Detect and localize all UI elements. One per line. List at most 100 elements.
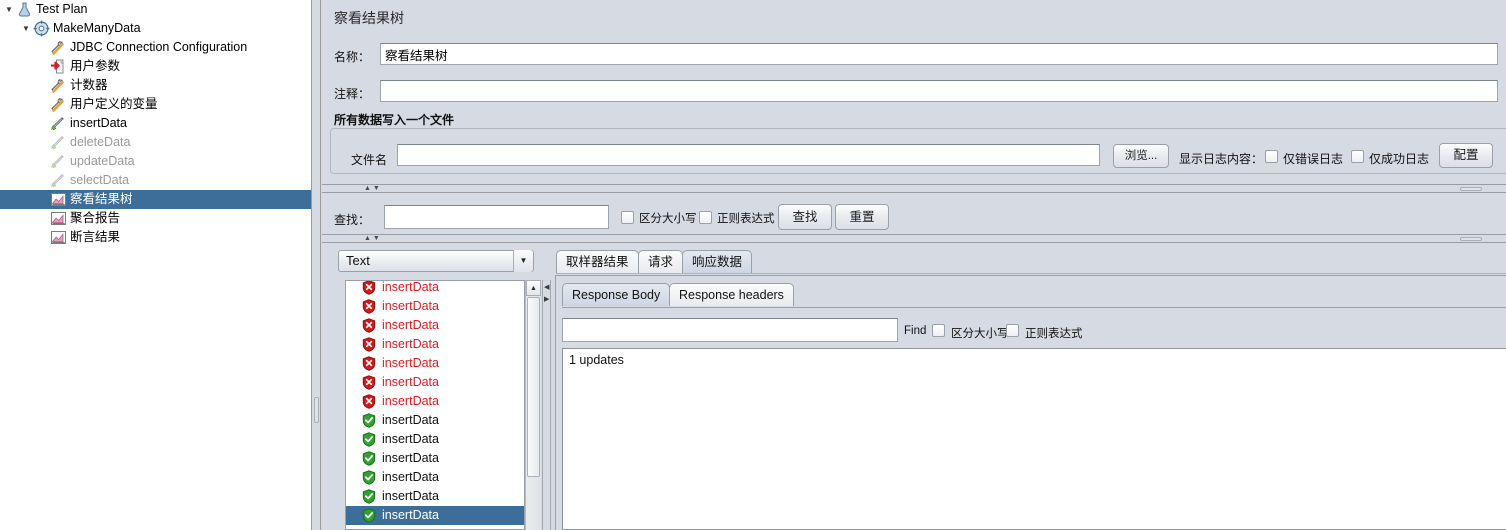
success-shield-icon [362, 489, 376, 505]
result-list-item-label: insertData [382, 280, 439, 294]
tree-item[interactable]: deleteData [0, 133, 311, 152]
write-all-data-group-title: 所有数据写入一个文件 [334, 113, 455, 127]
response-find-label: Find [904, 325, 927, 337]
errors-only-checkbox[interactable] [1265, 150, 1278, 163]
result-list-item-label: insertData [382, 337, 439, 351]
results-list-scrollbar[interactable]: ▲ [525, 280, 541, 530]
result-list-item[interactable]: insertData [346, 297, 524, 316]
success-only-checkbox[interactable] [1351, 150, 1364, 163]
error-shield-icon [362, 318, 376, 334]
split-grip[interactable] [1460, 187, 1482, 191]
tree-item[interactable]: 用户定义的变量 [0, 95, 311, 114]
split-bar-middle[interactable]: ▲▼ [322, 234, 1506, 243]
result-list-item[interactable]: insertData [346, 487, 524, 506]
tree-twisty-icon[interactable]: ▼ [2, 0, 16, 19]
scroll-thumb[interactable] [527, 297, 540, 477]
thread-group-icon [33, 20, 50, 37]
configure-button[interactable]: 配置 [1439, 143, 1493, 168]
results-list[interactable]: insertData insertData insertData insertData… [345, 280, 525, 530]
split-collapse-arrows[interactable]: ▲▼ [364, 185, 382, 193]
tree-item[interactable]: selectData [0, 171, 311, 190]
name-input[interactable] [380, 43, 1498, 65]
tree-item[interactable]: ▼ MakeManyData [0, 19, 311, 38]
split-right-arrow-icon[interactable]: ▶ [544, 296, 549, 304]
split-collapse-arrows-2[interactable]: ▲▼ [364, 235, 382, 243]
browse-button[interactable]: 浏览... [1113, 144, 1169, 168]
split-bar-top[interactable]: ▲▼ [322, 184, 1506, 193]
response-body-text[interactable]: 1 updates [562, 348, 1506, 530]
assertion-results-icon [50, 229, 67, 246]
tree-item[interactable]: updateData [0, 152, 311, 171]
split-left-arrow-icon[interactable]: ◀ [544, 284, 549, 292]
tree-item[interactable]: JDBC Connection Configuration [0, 38, 311, 57]
split-grip-handle[interactable] [314, 397, 319, 423]
error-shield-icon [362, 281, 376, 296]
result-tab[interactable]: 取样器结果 [556, 250, 639, 273]
config-element-icon [50, 96, 67, 113]
tree-twisty-icon[interactable]: ▼ [19, 19, 33, 38]
result-list-item-label: insertData [382, 375, 439, 389]
test-plan-tree[interactable]: ▼ Test Plan ▼ MakeManyData JDBC Connection C… [0, 0, 312, 530]
search-case-sensitive-checkbox[interactable] [621, 211, 634, 224]
tree-item[interactable]: insertData [0, 114, 311, 133]
result-list-item[interactable]: insertData [346, 335, 524, 354]
success-shield-icon [362, 432, 376, 448]
result-tab[interactable]: 响应数据 [682, 250, 753, 273]
tree-item[interactable]: 聚合报告 [0, 209, 311, 228]
success-shield-icon [362, 413, 376, 429]
search-label: 查找： [334, 213, 371, 227]
find-button[interactable]: 查找 [778, 204, 832, 230]
result-list-item[interactable]: insertData [346, 316, 524, 335]
view-results-tree-panel: 察看结果树 名称： 注释： 所有数据写入一个文件 文件名 浏览... 显示日志内… [322, 0, 1506, 530]
tree-item-label: 聚合报告 [70, 211, 121, 226]
result-list-item-label: insertData [382, 508, 439, 522]
tree-item[interactable]: 察看结果树 [0, 190, 311, 209]
search-regex-label: 正则表达式 [717, 213, 775, 225]
scroll-up-button[interactable]: ▲ [526, 280, 541, 296]
result-tab[interactable]: 请求 [638, 250, 684, 273]
result-list-item[interactable]: insertData [346, 449, 524, 468]
response-tab[interactable]: Response headers [669, 283, 794, 306]
result-list-item-label: insertData [382, 299, 439, 313]
vertical-split-divider[interactable] [312, 0, 321, 530]
response-tab[interactable]: Response Body [562, 283, 671, 306]
search-regex-checkbox[interactable] [699, 211, 712, 224]
tree-item-label: deleteData [70, 135, 131, 150]
response-find-input[interactable] [562, 318, 898, 342]
filename-label: 文件名 [351, 153, 388, 167]
error-shield-icon [362, 337, 376, 353]
renderer-combo[interactable]: Text ▼ [338, 250, 534, 272]
tree-item[interactable]: 用户参数 [0, 57, 311, 76]
chevron-down-icon[interactable]: ▼ [513, 250, 533, 272]
tree-item-label: MakeManyData [53, 21, 141, 36]
result-list-item[interactable]: insertData [346, 506, 524, 525]
result-list-item[interactable]: insertData [346, 430, 524, 449]
result-list-item[interactable]: insertData [346, 411, 524, 430]
tree-item-label: selectData [70, 173, 130, 188]
reset-button[interactable]: 重置 [835, 204, 889, 230]
result-list-item[interactable]: insertData [346, 280, 524, 297]
search-input[interactable] [384, 205, 609, 229]
comment-label: 注释： [334, 87, 371, 101]
inner-split-divider[interactable]: ◀ ▶ [542, 280, 551, 530]
response-tabs[interactable]: Response Body Response headers [562, 283, 962, 308]
result-list-item-label: insertData [382, 318, 439, 332]
result-list-item[interactable]: insertData [346, 354, 524, 373]
tree-item[interactable]: 计数器 [0, 76, 311, 95]
split-grip-2[interactable] [1460, 237, 1482, 241]
response-tab-underline [562, 307, 1506, 308]
filename-input[interactable] [397, 144, 1100, 166]
result-list-item[interactable]: insertData [346, 392, 524, 411]
tree-item-label: insertData [70, 116, 127, 131]
result-list-item[interactable]: insertData [346, 373, 524, 392]
result-list-item[interactable]: insertData [346, 468, 524, 487]
result-tabs[interactable]: 取样器结果 请求 响应数据 [556, 250, 1506, 274]
tree-item[interactable]: ▼ Test Plan [0, 0, 311, 19]
comment-input[interactable] [380, 80, 1498, 102]
response-regex-checkbox[interactable] [1006, 324, 1019, 337]
success-shield-icon [362, 470, 376, 486]
tree-item[interactable]: 断言结果 [0, 228, 311, 247]
tree-item-label: 断言结果 [70, 230, 121, 245]
response-case-sensitive-checkbox[interactable] [932, 324, 945, 337]
success-shield-icon [362, 508, 376, 524]
